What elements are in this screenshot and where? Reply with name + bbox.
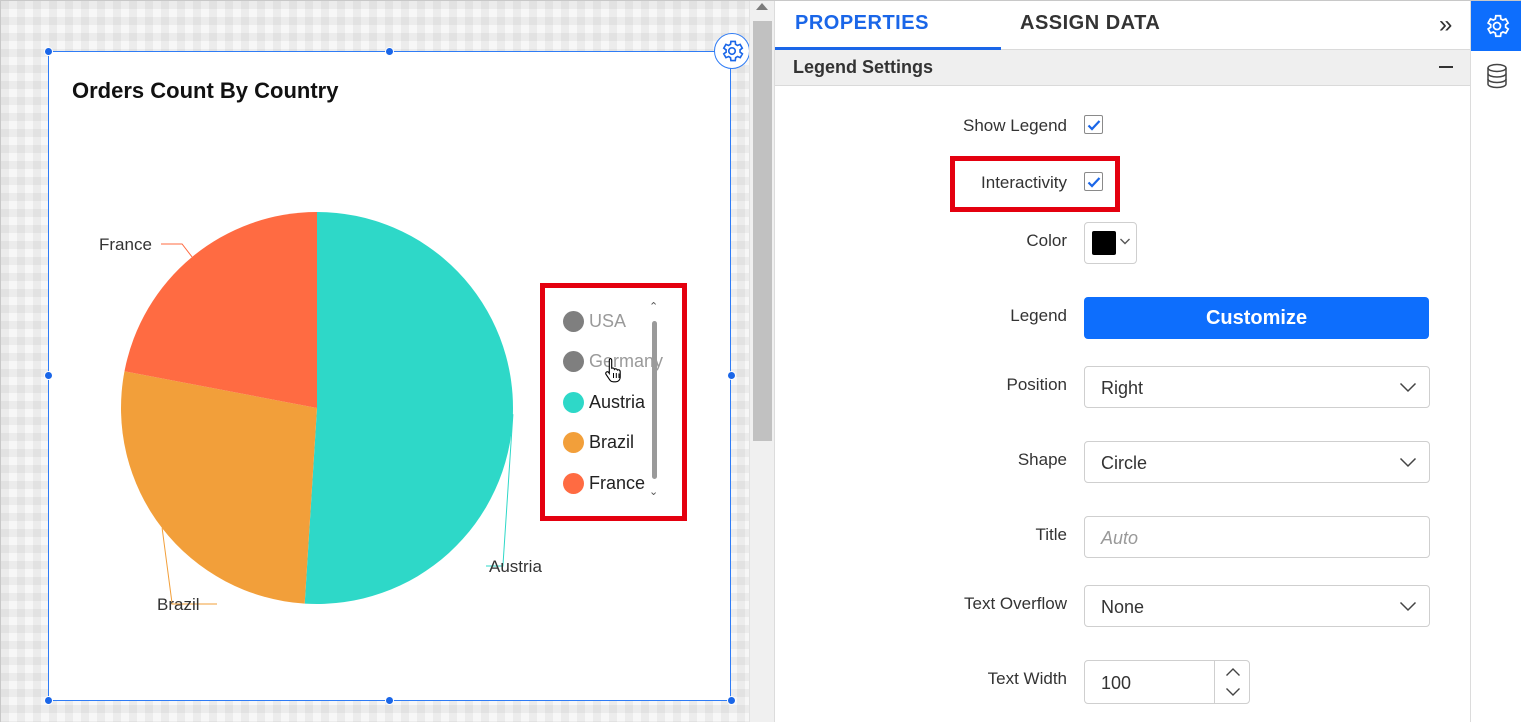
legend-marker-germany xyxy=(563,351,584,372)
canvas-scrollbar[interactable] xyxy=(749,1,774,722)
hand-cursor-icon xyxy=(605,357,621,383)
design-canvas[interactable]: Orders Count By Country France Brazil Au… xyxy=(1,1,750,722)
title-placeholder: Auto xyxy=(1101,528,1139,548)
interactivity-label: Interactivity xyxy=(981,173,1067,192)
gear-icon xyxy=(722,40,744,62)
chevron-down-icon xyxy=(1399,382,1417,393)
text-width-value: 100 xyxy=(1101,673,1132,693)
legend-item-france[interactable]: France xyxy=(563,473,645,494)
data-label-austria: Austria xyxy=(489,557,542,576)
resize-handle-right[interactable] xyxy=(727,371,736,380)
pie-slice-brazil[interactable] xyxy=(120,371,318,604)
data-label-france: France xyxy=(99,235,152,254)
database-icon xyxy=(1486,63,1507,89)
resize-handle-bottom-right[interactable] xyxy=(727,696,736,705)
title-label: Title xyxy=(1035,525,1068,544)
scrollbar-thumb[interactable] xyxy=(753,21,772,441)
shape-dropdown[interactable]: Circle xyxy=(1084,441,1430,483)
legend-scroll-up-icon[interactable]: ⌃ xyxy=(649,300,658,313)
app-root: Orders Count By Country France Brazil Au… xyxy=(0,0,1521,722)
show-legend-label: Show Legend xyxy=(963,116,1067,135)
legend-item-brazil[interactable]: Brazil xyxy=(563,432,634,453)
legend-label-brazil: Brazil xyxy=(589,432,635,452)
resize-handle-top-left[interactable] xyxy=(44,47,53,56)
chevron-down-icon xyxy=(1399,457,1417,468)
rail-data-button[interactable] xyxy=(1471,51,1521,101)
pie-chart-widget[interactable]: Orders Count By Country France Brazil Au… xyxy=(48,51,731,701)
legend-label-austria: Austria xyxy=(589,392,646,412)
widget-settings-button[interactable] xyxy=(714,33,750,69)
legend-item-usa[interactable]: USA xyxy=(563,311,626,332)
legend-marker-france xyxy=(563,473,584,494)
legend-settings-header[interactable]: Legend Settings xyxy=(775,50,1472,86)
pie-slice-austria[interactable] xyxy=(304,212,514,605)
rail-properties-button[interactable] xyxy=(1471,1,1521,51)
title-input[interactable]: Auto xyxy=(1084,516,1430,558)
data-label-brazil: Brazil xyxy=(157,595,200,614)
color-swatch xyxy=(1092,231,1116,255)
legend-label-france: France xyxy=(589,473,646,493)
collapse-section-icon[interactable] xyxy=(1439,66,1453,68)
chevron-down-icon xyxy=(1399,601,1417,612)
resize-handle-bottom-left[interactable] xyxy=(44,696,53,705)
resize-handle-top[interactable] xyxy=(385,47,394,56)
position-dropdown[interactable]: Right xyxy=(1084,366,1430,408)
stepper-buttons xyxy=(1214,661,1250,703)
legend-scrollbar[interactable] xyxy=(652,321,657,479)
checkmark-icon xyxy=(1087,119,1100,131)
position-label: Position xyxy=(1006,375,1067,394)
collapse-panel-icon[interactable]: » xyxy=(1439,11,1452,39)
customize-button[interactable]: Customize xyxy=(1084,297,1429,339)
tab-properties[interactable]: PROPERTIES xyxy=(795,12,929,35)
checkmark-icon xyxy=(1087,176,1100,188)
scroll-up-arrow-icon[interactable] xyxy=(756,3,768,10)
legend-marker-austria xyxy=(563,392,584,413)
decrement-icon[interactable] xyxy=(1225,687,1241,697)
leader-line-france xyxy=(161,243,193,258)
text-overflow-label: Text Overflow xyxy=(964,594,1067,613)
increment-icon[interactable] xyxy=(1225,667,1241,677)
show-legend-checkbox[interactable] xyxy=(1084,115,1103,134)
text-width-stepper[interactable]: 100 xyxy=(1084,660,1250,704)
panel-tabs: PROPERTIES ASSIGN DATA » xyxy=(775,1,1472,50)
interactivity-checkbox[interactable] xyxy=(1084,172,1103,191)
color-label: Color xyxy=(1026,231,1067,250)
legend-highlight-box: USA Germany Austria Brazil France ⌃ ⌄ xyxy=(540,283,687,521)
gear-icon xyxy=(1486,14,1509,38)
legend-label: Legend xyxy=(1010,306,1067,325)
chevron-down-icon xyxy=(1120,238,1130,245)
text-overflow-value: None xyxy=(1101,597,1145,617)
text-overflow-dropdown[interactable]: None xyxy=(1084,585,1430,627)
legend-item-austria[interactable]: Austria xyxy=(563,392,645,413)
legend-label-usa: USA xyxy=(589,311,627,331)
resize-handle-left[interactable] xyxy=(44,371,53,380)
position-value: Right xyxy=(1101,378,1144,398)
color-picker[interactable] xyxy=(1084,222,1137,264)
resize-handle-bottom[interactable] xyxy=(385,696,394,705)
tab-assign-data[interactable]: ASSIGN DATA xyxy=(1020,12,1160,35)
shape-value: Circle xyxy=(1101,453,1148,473)
legend-scroll-down-icon[interactable]: ⌄ xyxy=(649,485,658,498)
right-icon-rail xyxy=(1470,1,1521,722)
legend-marker-brazil xyxy=(563,432,584,453)
section-title: Legend Settings xyxy=(793,57,934,77)
shape-label: Shape xyxy=(1017,450,1067,469)
text-width-label: Text Width xyxy=(987,669,1067,688)
properties-panel: PROPERTIES ASSIGN DATA » Legend Settings… xyxy=(774,1,1472,722)
legend-marker-usa xyxy=(563,311,584,332)
